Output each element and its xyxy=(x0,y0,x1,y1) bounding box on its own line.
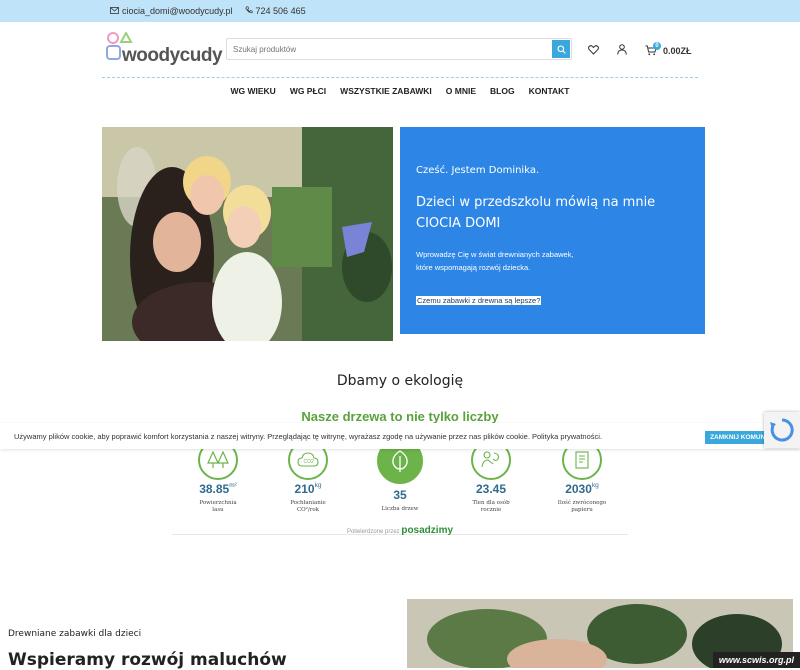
stat-forest-area: 38.85m² Powierzchnialasu xyxy=(178,440,258,514)
cart-button[interactable]: 0 0.00ZŁ xyxy=(645,45,692,58)
stat-co2-value: 210 xyxy=(295,482,315,496)
tree-stats: 38.85m² Powierzchnialasu CO2 210kg Pochł… xyxy=(172,440,628,535)
hero-headline: Dzieci w przedszkolu mówią na mnie CIOCI… xyxy=(416,192,689,234)
stat-tree-count: 35 Liczba drzew xyxy=(360,438,440,513)
stat-oxygen-label1: Tlen dla osób xyxy=(451,500,531,507)
search-icon xyxy=(557,45,566,54)
stat-forest-unit: m² xyxy=(229,482,237,489)
hero-desc-line2: które wspomagają rozwój dziecka. xyxy=(416,261,689,274)
stat-tree-value: 35 xyxy=(393,488,406,502)
phone-text: 724 506 465 xyxy=(256,6,306,16)
recaptcha-icon xyxy=(764,412,800,448)
top-bar: ciocia_domi@woodycudy.pl 724 506 465 xyxy=(0,0,800,22)
phone-icon xyxy=(245,6,253,16)
stat-co2-label1: Pochłanianie xyxy=(268,500,348,507)
stat-paper-label1: Ilość zwróconego xyxy=(542,500,622,507)
email-text: ciocia_domi@woodycudy.pl xyxy=(122,6,233,16)
stat-oxygen-label2: rocznie xyxy=(451,507,531,514)
hero-description: Wprowadzę Cię w świat drewnianych zabawe… xyxy=(416,248,689,274)
logo[interactable]: woodycudy xyxy=(104,32,214,68)
why-wooden-toys-link[interactable]: Czemu zabawki z drewna są lepsze? xyxy=(416,296,541,305)
hero-desc-line1: Wprowadzę Cię w świat drewnianych zabawe… xyxy=(416,248,689,261)
heart-icon xyxy=(588,45,599,55)
nav-item-wg-plci[interactable]: WG PŁCI xyxy=(289,86,327,96)
stat-paper: 2030kg Ilość zwróconegopapieru xyxy=(542,440,622,514)
search-input[interactable] xyxy=(227,40,547,60)
stat-paper-value: 2030 xyxy=(565,482,592,496)
stat-forest-value: 38.85 xyxy=(199,482,229,496)
nav-item-kontakt[interactable]: KONTAKT xyxy=(528,86,571,96)
nav-item-blog[interactable]: BLOG xyxy=(489,86,516,96)
header-icons: 0 0.00ZŁ xyxy=(588,42,692,60)
posadzimy-logo[interactable]: posadzimy xyxy=(401,525,453,536)
cart-total: 0.00ZŁ xyxy=(663,46,692,56)
cookie-banner: Używamy plików cookie, aby poprawić komf… xyxy=(0,423,800,449)
email-contact[interactable]: ciocia_domi@woodycudy.pl xyxy=(110,6,233,16)
search-box xyxy=(226,38,572,60)
stat-co2-label2: CO²/rok xyxy=(268,507,348,514)
hero-greeting: Cześć. Jestem Dominika. xyxy=(416,165,689,176)
mail-icon xyxy=(110,6,119,16)
stat-tree-label1: Liczba drzew xyxy=(360,506,440,513)
recaptcha-badge[interactable] xyxy=(764,412,800,448)
trees-section-title: Nasze drzewa to nie tylko liczby xyxy=(0,409,800,424)
phone-contact[interactable]: 724 506 465 xyxy=(245,6,306,16)
nav-item-wszystkie-zabawki[interactable]: WSZYSTKIE ZABAWKI xyxy=(339,86,433,96)
stat-co2: CO2 210kg PochłanianieCO²/rok xyxy=(268,440,348,514)
eco-section-title: Dbamy o ekologię xyxy=(0,373,800,389)
verified-by: Potwierdzone przez posadzimy xyxy=(0,525,800,536)
stat-oxygen: 23.45 Tlen dla osóbrocznie xyxy=(451,440,531,514)
user-icon xyxy=(617,44,627,55)
nav-item-o-mnie[interactable]: O MNIE xyxy=(445,86,477,96)
cookie-text: Używamy plików cookie, aby poprawić komf… xyxy=(14,432,602,441)
search-button[interactable] xyxy=(552,40,570,58)
wishlist-button[interactable] xyxy=(588,42,599,60)
hero-photo xyxy=(102,127,393,341)
account-button[interactable] xyxy=(617,42,627,60)
stat-forest-label1: Powierzchnia xyxy=(178,500,258,507)
hero-intro-panel: Cześć. Jestem Dominika. Dzieci w przedsz… xyxy=(400,127,705,334)
stat-oxygen-value: 23.45 xyxy=(476,482,506,496)
hero-headline-line2: CIOCIA DOMI xyxy=(416,213,689,234)
watermark: www.scwis.org.pl xyxy=(713,652,800,668)
site-header: woodycudy 0 0.00ZŁ xyxy=(102,22,698,78)
stat-co2-unit: kg xyxy=(315,482,322,489)
logo-text: woodycudy xyxy=(122,45,222,67)
cart-icon-wrap: 0 xyxy=(645,45,657,58)
cart-count-badge: 0 xyxy=(653,42,661,50)
bottom-title: Wspieramy rozwój maluchów xyxy=(8,650,287,670)
main-nav: WG WIEKU WG PŁCI WSZYSTKIE ZABAWKI O MNI… xyxy=(0,86,800,96)
nav-item-wg-wieku[interactable]: WG WIEKU xyxy=(229,86,276,96)
bottom-subtitle: Drewniane zabawki dla dzieci xyxy=(8,629,141,639)
svg-text:CO2: CO2 xyxy=(304,459,315,465)
stat-paper-label2: papieru xyxy=(542,507,622,514)
verified-prefix: Potwierdzone przez xyxy=(347,529,400,535)
stat-paper-unit: kg xyxy=(592,482,599,489)
stat-forest-label2: lasu xyxy=(178,507,258,514)
hero-headline-line1: Dzieci w przedszkolu mówią na mnie xyxy=(416,192,689,213)
